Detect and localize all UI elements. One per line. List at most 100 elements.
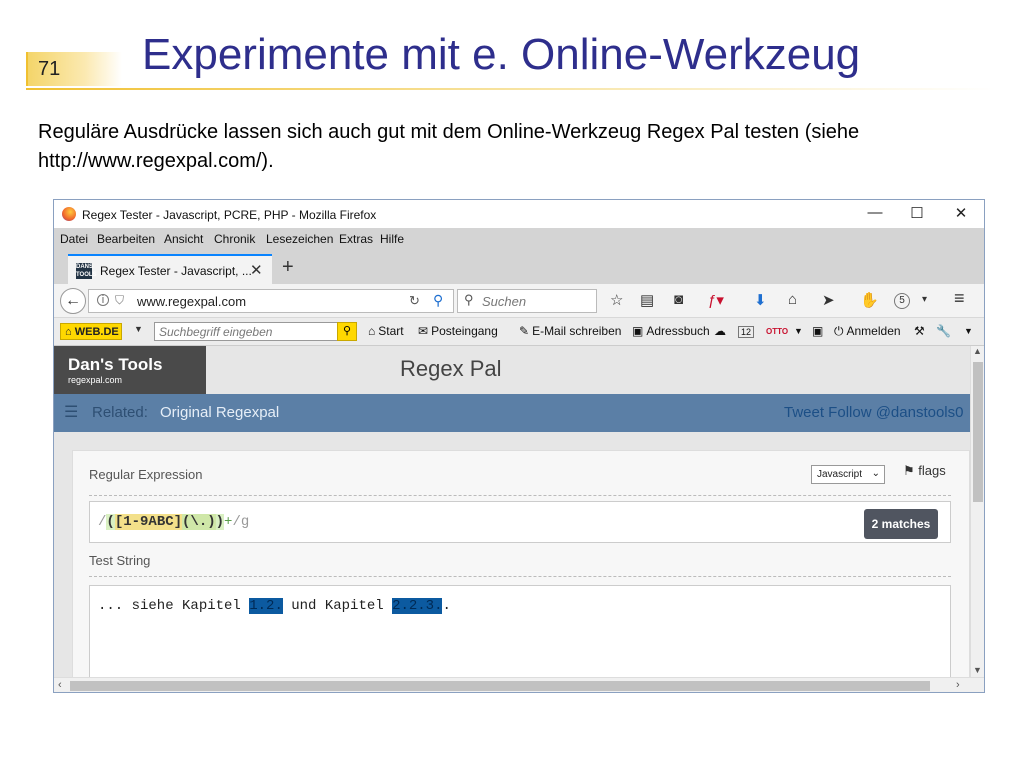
envelope-icon: ✉	[418, 324, 429, 338]
maximize-button[interactable]: ☐	[902, 204, 932, 224]
webde-search-input[interactable]: Suchbegriff eingeben	[154, 322, 340, 341]
tracking-shield-icon[interactable]: ⛉	[115, 293, 124, 308]
slide-title: Experimente mit e. Online-Werkzeug	[142, 30, 861, 79]
cloud-icon[interactable]: ☁	[714, 324, 726, 338]
test-string-input[interactable]: ... siehe Kapitel 1.2. und Kapitel 2.2.3…	[89, 585, 951, 677]
menu-extras[interactable]: Extras	[339, 232, 373, 246]
menu-bar: Datei Bearbeiten Ansicht Chronik Lesezei…	[54, 228, 984, 250]
shopping-bag-icon[interactable]: ▣	[812, 324, 823, 338]
toolbar-dropdown-icon[interactable]: ▼	[964, 326, 973, 336]
divider	[89, 576, 951, 577]
menu-hilfe[interactable]: Hilfe	[380, 232, 404, 246]
scroll-right-icon[interactable]: ›	[956, 679, 960, 691]
vertical-scroll-thumb[interactable]	[973, 362, 983, 502]
close-window-button[interactable]: ✕	[946, 204, 976, 224]
webde-dropdown-icon[interactable]: ▼	[134, 324, 143, 334]
addressbook-icon: ▣	[632, 324, 644, 338]
menu-ansicht[interactable]: Ansicht	[164, 232, 203, 246]
close-tab-icon[interactable]: ✕	[250, 261, 263, 279]
puzzle-icon[interactable]: ⚒	[914, 324, 925, 338]
back-button[interactable]: ←	[60, 288, 86, 314]
slide-number-badge: 71	[26, 52, 122, 86]
send-icon[interactable]: ➤	[822, 291, 835, 309]
webde-inbox-button[interactable]: ✉ Posteingang	[418, 324, 498, 338]
url-text: www.regexpal.com	[137, 294, 247, 309]
search-input[interactable]: ⚲ Suchen	[457, 289, 597, 313]
webde-compose-button[interactable]: ✎ E-Mail schreiben	[519, 324, 621, 338]
tab-regex-tester[interactable]: DANS TOOLS Regex Tester - Javascript, ..…	[68, 254, 272, 284]
power-icon: ⏻	[834, 324, 844, 338]
menu-bearbeiten[interactable]: Bearbeiten	[97, 232, 155, 246]
pencil-icon: ✎	[519, 324, 530, 338]
webde-home-icon: ⌂	[65, 326, 72, 338]
home-icon[interactable]: ⌂	[788, 291, 797, 308]
info-icon[interactable]: i	[97, 294, 109, 306]
regex-input[interactable]: /([1-9ABC](\.))+/g 2 matches	[89, 501, 951, 543]
webde-search-button[interactable]: ⚲	[337, 322, 357, 341]
flash-icon[interactable]: ƒ▾	[708, 291, 724, 309]
flags-button[interactable]: ⚑ flags	[903, 463, 946, 479]
dans-tools-logo[interactable]: Dan's Tools regexpal.com	[54, 346, 206, 394]
calendar-icon[interactable]: 12	[738, 326, 755, 338]
test-string-label: Test String	[89, 553, 151, 568]
minimize-button[interactable]: —	[860, 204, 890, 224]
webde-addressbook-button[interactable]: ▣ Adressbuch	[632, 324, 710, 338]
match-highlight: 1.2.	[249, 598, 283, 614]
wrench-icon[interactable]: 🔧	[936, 324, 951, 338]
webde-start-button[interactable]: ⌂ Start	[368, 324, 404, 338]
download-icon[interactable]: ⬇	[754, 291, 767, 309]
dans-tools-domain: regexpal.com	[68, 375, 123, 385]
menu-chronik[interactable]: Chronik	[214, 232, 255, 246]
intro-text: Reguläre Ausdrücke lassen sich auch gut …	[38, 121, 860, 172]
regex-card: Regular Expression Javascript ⌄ ⚑ flags /…	[72, 450, 970, 677]
otto-icon[interactable]: OTTO	[766, 327, 788, 336]
match-highlight: 2.2.3.	[392, 598, 443, 614]
scroll-up-icon[interactable]: ▲	[973, 346, 982, 356]
webde-login-button[interactable]: ⏻ Anmelden	[834, 324, 901, 339]
bookmark-star-icon[interactable]: ☆	[610, 291, 623, 309]
navigation-toolbar: ← i ⛉ www.regexpal.com ↻ ⚲ ⚲ Suchen ☆ ▤ …	[54, 284, 984, 318]
reload-icon[interactable]: ↻	[409, 293, 420, 309]
flavor-select[interactable]: Javascript ⌄	[811, 465, 885, 484]
original-regexpal-link[interactable]: Original Regexpal	[160, 404, 279, 421]
site-nav: ☰ Related: Original Regexpal Tweet Follo…	[54, 394, 970, 432]
horizontal-scroll-thumb[interactable]	[70, 681, 930, 691]
horizontal-scrollbar[interactable]: ‹ ›	[54, 677, 984, 692]
site-title: Regex Pal	[400, 356, 502, 381]
dans-tools-name: Dan's Tools	[68, 355, 163, 374]
addon-icon[interactable]: ✋	[860, 291, 879, 309]
badge-dropdown-icon[interactable]: ▾	[922, 294, 927, 305]
tweet-follow-link[interactable]: Tweet Follow @danstools0	[784, 404, 963, 421]
pocket-icon[interactable]: ◙	[674, 291, 683, 308]
url-search-icon[interactable]: ⚲	[433, 292, 443, 309]
slide-number: 71	[38, 58, 61, 80]
scroll-down-icon[interactable]: ▼	[973, 665, 982, 675]
window-titlebar: Regex Tester - Javascript, PCRE, PHP - M…	[54, 200, 984, 228]
webde-toolbar: ⌂ WEB.DE ▼ Suchbegriff eingeben ⚲ ⌂ Start…	[54, 318, 984, 346]
new-tab-icon[interactable]: +	[282, 256, 294, 279]
vertical-scrollbar[interactable]: ▲ ▼	[970, 346, 984, 677]
menu-lesezeichen[interactable]: Lesezeichen	[266, 232, 333, 246]
tab-bar: DANS TOOLS Regex Tester - Javascript, ..…	[54, 250, 984, 284]
flag-icon: ⚑	[903, 463, 915, 478]
menu-datei[interactable]: Datei	[60, 232, 88, 246]
dans-tools-favicon-icon: DANS TOOLS	[76, 263, 97, 279]
search-placeholder: Suchen	[482, 294, 527, 309]
chevron-down-icon: ⌄	[871, 468, 880, 479]
webde-logo[interactable]: ⌂ WEB.DE	[60, 323, 122, 340]
url-bar[interactable]: i ⛉ www.regexpal.com ↻ ⚲	[88, 289, 454, 313]
window-title: Regex Tester - Javascript, PCRE, PHP - M…	[82, 208, 377, 222]
title-divider	[26, 88, 996, 90]
otto-dropdown-icon[interactable]: ▼	[794, 326, 803, 336]
match-count-badge: 2 matches	[864, 509, 938, 539]
hamburger-menu-icon[interactable]: ≡	[954, 288, 965, 309]
webde-search-placeholder: Suchbegriff eingeben	[159, 325, 273, 339]
notification-badge[interactable]: 5	[894, 293, 910, 309]
scroll-left-icon[interactable]: ‹	[58, 679, 62, 691]
nav-related-label: Related:	[92, 404, 148, 421]
regex-label: Regular Expression	[89, 467, 203, 482]
reading-list-icon[interactable]: ▤	[640, 291, 654, 309]
webde-logo-text: WEB.DE	[74, 326, 119, 338]
page-content: Dan's Tools regexpal.com Regex Pal ☰ Rel…	[54, 346, 970, 677]
site-menu-icon[interactable]: ☰	[64, 402, 78, 422]
